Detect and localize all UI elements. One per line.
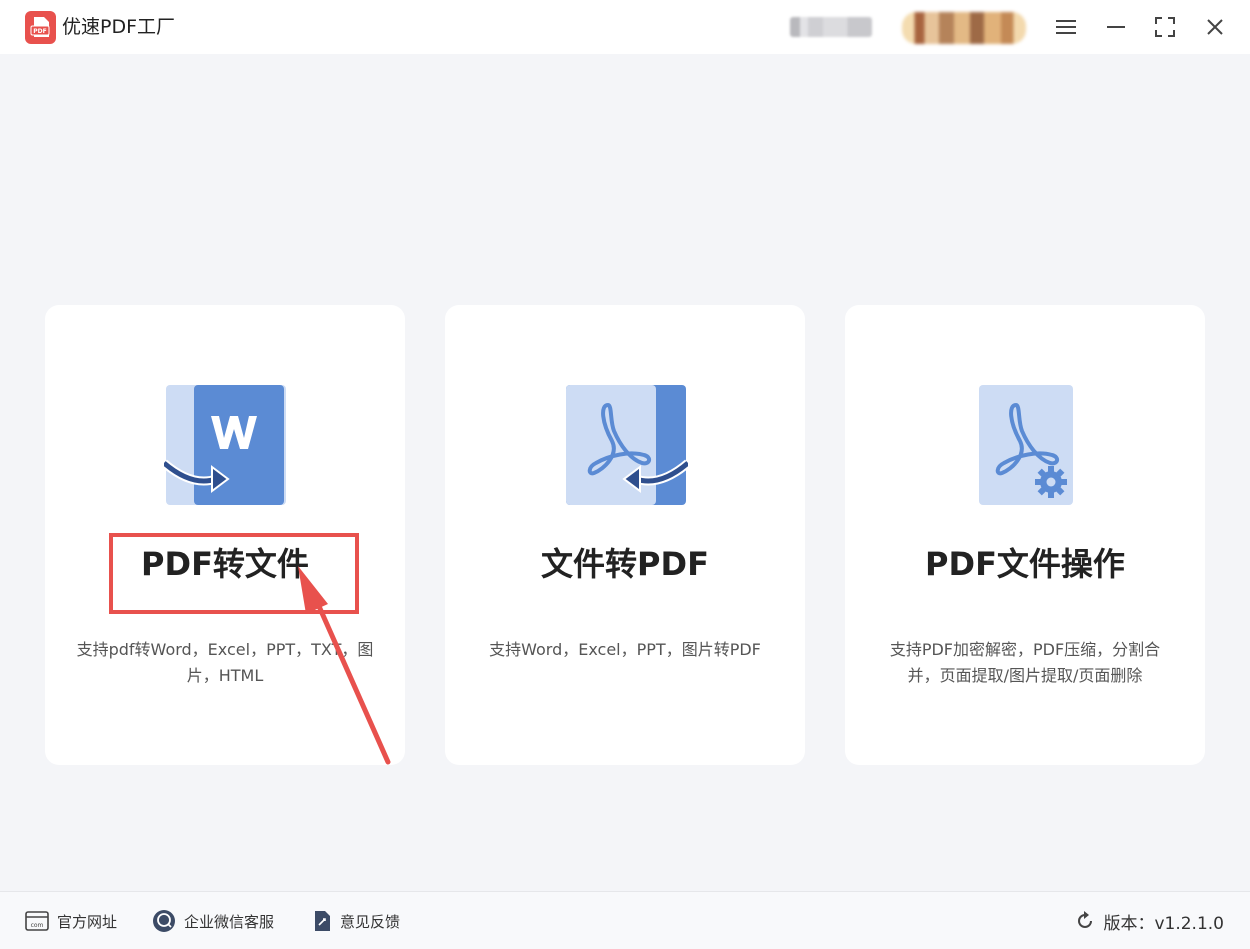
card-pdf-to-file[interactable]: PDF转文件 支持pdf转Word，Excel，PPT，TXT，图片，HTML: [45, 305, 405, 765]
version-label: 版本：v1.2.1.0: [1103, 913, 1224, 934]
pdf-convert-icon: [566, 385, 688, 505]
close-icon: [1207, 19, 1223, 35]
menu-button[interactable]: [1049, 10, 1083, 44]
title-bar: PDF 优速PDF工厂: [0, 0, 1250, 54]
website-link[interactable]: com 官方网址: [25, 909, 117, 933]
card-pdf-operations[interactable]: PDF文件操作 支持PDF加密解密，PDF压缩，分割合并，页面提取/图片提取/页…: [845, 305, 1205, 765]
wechat-support-link[interactable]: 企业微信客服: [152, 909, 274, 933]
minimize-button[interactable]: [1099, 10, 1133, 44]
blurred-account-badge[interactable]: [902, 12, 1026, 44]
app-logo-icon: PDF: [25, 11, 56, 44]
card-description: 支持Word，Excel，PPT，图片转PDF: [489, 640, 761, 659]
close-button[interactable]: [1198, 10, 1232, 44]
card-description: 支持pdf转Word，Excel，PPT，TXT，图片，HTML: [76, 640, 374, 685]
feedback-icon: [315, 911, 330, 931]
card-file-to-pdf[interactable]: 文件转PDF 支持Word，Excel，PPT，图片转PDF: [445, 305, 805, 765]
wechat-icon: [153, 910, 175, 932]
word-convert-icon: [164, 385, 286, 505]
app-title: 优速PDF工厂: [62, 16, 176, 38]
website-label: 官方网址: [57, 912, 118, 931]
fullscreen-icon: [1155, 17, 1175, 37]
card-title: 文件转PDF: [541, 545, 709, 583]
version-info[interactable]: 版本：v1.2.1.0: [1075, 907, 1224, 935]
fullscreen-button[interactable]: [1148, 10, 1182, 44]
wechat-label: 企业微信客服: [184, 912, 275, 931]
card-title: PDF转文件: [141, 545, 309, 583]
refresh-icon: [1078, 911, 1093, 928]
blurred-user-info[interactable]: [790, 17, 872, 37]
website-icon: com: [25, 911, 49, 931]
card-title: PDF文件操作: [925, 545, 1125, 583]
pdf-settings-icon: [979, 385, 1073, 505]
footer: com 官方网址 企业微信客服 意见反馈 版本：v1.2.1.0: [0, 891, 1250, 949]
minimize-icon: [1107, 26, 1125, 28]
card-description: 支持PDF加密解密，PDF压缩，分割合并，页面提取/图片提取/页面删除: [889, 640, 1161, 685]
feedback-link[interactable]: 意见反馈: [312, 909, 400, 933]
menu-icon: [1056, 20, 1076, 34]
logo-text: PDF: [33, 28, 46, 35]
website-icon-text: com: [31, 922, 44, 929]
feedback-label: 意见反馈: [340, 912, 401, 931]
